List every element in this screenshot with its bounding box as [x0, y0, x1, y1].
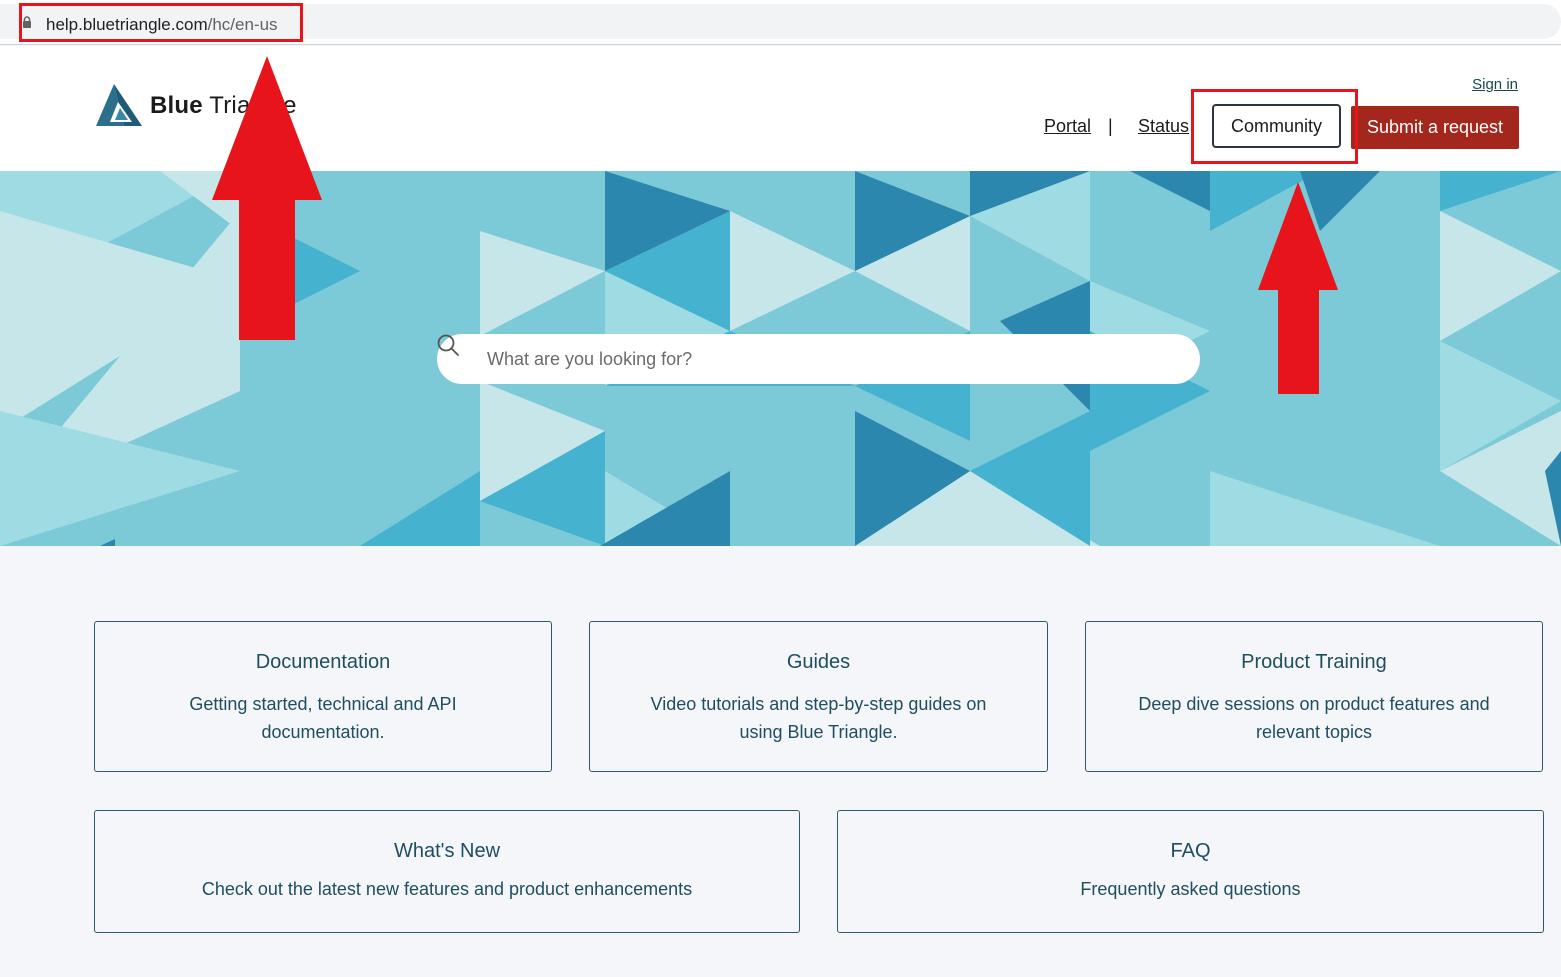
- url-highlight-box: [19, 3, 303, 42]
- help-center-page: help.bluetriangle.com/hc/en-us Blue Tria…: [0, 0, 1561, 977]
- card-title: FAQ: [1170, 840, 1211, 862]
- card-description: Check out the latest new features and pr…: [201, 879, 693, 899]
- card-whats-new[interactable]: What's New Check out the latest new feat…: [94, 810, 800, 933]
- card-title: Product Training: [1241, 651, 1387, 673]
- search-input[interactable]: [487, 334, 1177, 384]
- card-product-training[interactable]: Product Training Deep dive sessions on p…: [1085, 621, 1543, 772]
- card-faq[interactable]: FAQ Frequently asked questions: [837, 810, 1544, 933]
- community-highlight-box: [1191, 89, 1358, 164]
- annotation-arrow-up-icon: [1258, 182, 1338, 394]
- card-title: Documentation: [255, 651, 391, 673]
- submit-request-button[interactable]: Submit a request: [1351, 106, 1519, 149]
- card-description: Deep dive sessions on product features a…: [1138, 694, 1490, 742]
- annotation-arrow-up-icon: [212, 56, 322, 340]
- card-title: What's New: [393, 840, 501, 862]
- card-description: Frequently asked questions: [1080, 879, 1301, 899]
- browser-address-bar: help.bluetriangle.com/hc/en-us: [0, 0, 1561, 45]
- triangle-logo-icon: [96, 84, 142, 126]
- card-title: Guides: [786, 651, 851, 673]
- nav-portal-link[interactable]: Portal: [1044, 116, 1091, 137]
- card-description: Getting started, technical and API docum…: [189, 694, 457, 742]
- nav-status-link[interactable]: Status: [1138, 116, 1189, 137]
- search-bar[interactable]: [437, 334, 1200, 384]
- card-guides[interactable]: Guides Video tutorials and step-by-step …: [589, 621, 1048, 772]
- sign-in-link[interactable]: Sign in: [1472, 76, 1518, 93]
- card-description: Video tutorials and step-by-step guides …: [650, 694, 987, 742]
- search-icon: [437, 334, 459, 356]
- nav-separator: |: [1108, 116, 1113, 136]
- card-documentation[interactable]: Documentation Getting started, technical…: [94, 621, 552, 772]
